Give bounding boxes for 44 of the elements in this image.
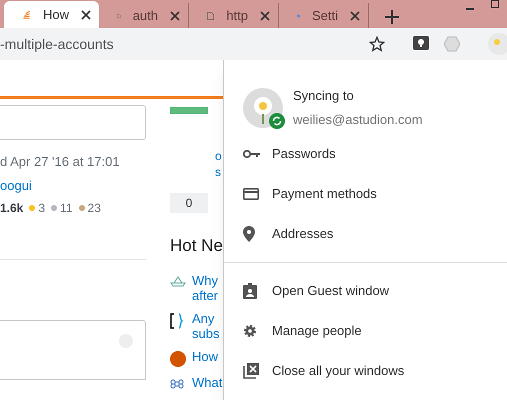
menu-item[interactable]: Payment methods — [224, 174, 507, 214]
key-icon — [243, 149, 261, 159]
menu-item[interactable]: Close all your windows — [224, 351, 507, 391]
url-text[interactable]: -multiple-accounts — [0, 34, 114, 54]
badge-count: 23 — [88, 200, 101, 217]
sidebar-link[interactable]: s — [215, 164, 222, 180]
vote-bar — [170, 107, 208, 114]
menu-item[interactable]: Passwords — [224, 134, 507, 174]
close-icon[interactable] — [81, 10, 91, 20]
brackets-icon — [170, 312, 184, 328]
menu-item[interactable]: Open Guest window — [224, 271, 507, 311]
close-windows-icon — [243, 363, 259, 379]
bookmark-star-icon[interactable] — [369, 36, 385, 52]
command-key-icon — [170, 376, 184, 390]
search-field[interactable] — [0, 105, 146, 140]
sync-icon — [269, 112, 285, 128]
badge-count: 3 — [38, 200, 46, 217]
hot-question-link[interactable]: Why after — [192, 272, 218, 302]
credit-card-icon — [243, 188, 259, 200]
menu-item[interactable]: Addresses — [224, 214, 507, 254]
location-pin-icon — [243, 226, 255, 242]
settings-icon — [243, 324, 257, 338]
new-tab-icon[interactable] — [385, 10, 399, 24]
post-date: d Apr 27 '16 at 17:01 — [0, 153, 121, 171]
reputation-score: 1.6k — [0, 200, 24, 217]
badge-count: 11 — [60, 200, 73, 217]
hot-question-link[interactable]: How — [192, 348, 218, 364]
close-icon[interactable] — [170, 10, 180, 20]
menu-item[interactable]: Manage people — [224, 311, 507, 351]
lightbulb-icon[interactable] — [413, 36, 429, 52]
hot-network-title: Hot Ne — [170, 235, 223, 257]
browser-tab[interactable]: How — [4, 1, 99, 28]
restore-icon[interactable] — [491, 0, 499, 8]
user-link[interactable]: oogui — [0, 176, 170, 195]
vote-count: 0 — [170, 193, 208, 213]
boat-icon — [170, 274, 186, 286]
id-badge-icon — [243, 283, 257, 299]
account-email: weilies@astudion.com — [293, 110, 423, 128]
hot-question-link[interactable]: Any subs — [192, 310, 220, 340]
close-icon[interactable] — [350, 10, 360, 20]
sidebar-link[interactable]: o — [215, 148, 222, 164]
close-icon[interactable] — [260, 10, 270, 20]
hot-question-link[interactable]: What — [192, 374, 222, 390]
sync-status: Syncing to — [293, 87, 355, 105]
